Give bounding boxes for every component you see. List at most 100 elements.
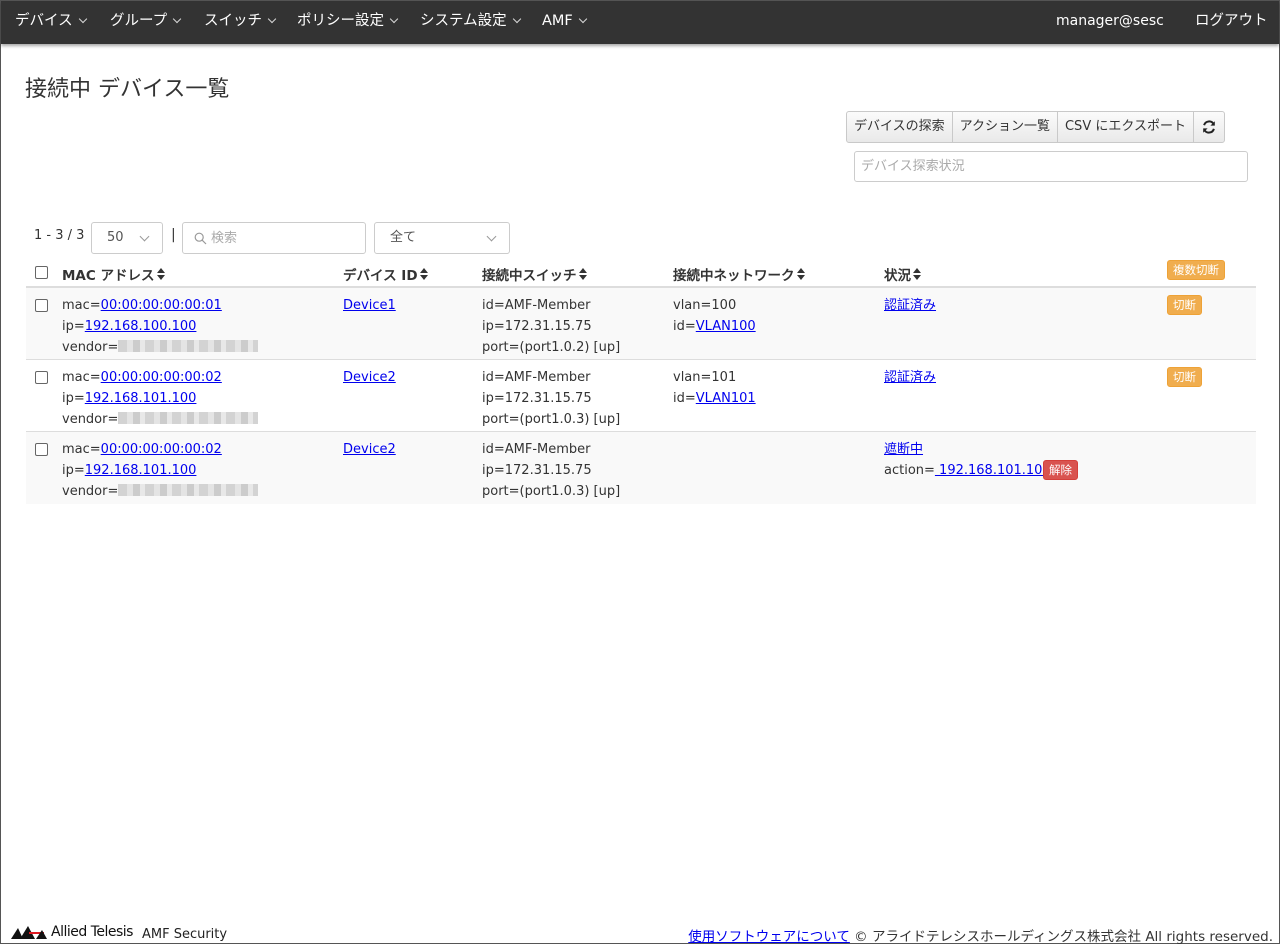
vlan-link[interactable]: VLAN100 <box>696 319 756 334</box>
top-navbar: デバイス グループ スイッチ ポリシー設定 システム設定 AMF manager… <box>1 1 1279 44</box>
vlan-value: vlan=101 <box>673 370 737 385</box>
column-header-device-id[interactable]: デバイス ID <box>343 264 428 284</box>
footer-copyright-area: 使用ソフトウェアについて © アライドテレシスホールディングス株式会社 All … <box>688 925 1273 945</box>
nav-menu-groups[interactable]: グループ <box>110 1 182 44</box>
page-size-select[interactable]: 50 <box>91 222 163 254</box>
device-id-cell: Device2 <box>343 367 396 388</box>
chevron-down-icon <box>78 14 87 24</box>
network-id-label: id= <box>673 391 696 406</box>
row-checkbox[interactable] <box>35 443 48 456</box>
switch-id: id=AMF-Member <box>482 298 591 313</box>
logout-link[interactable]: ログアウト <box>1195 1 1268 44</box>
status-link[interactable]: 認証済み <box>884 298 936 313</box>
column-header-label: 状況 <box>884 268 911 284</box>
allied-telesis-logo-icon <box>11 926 47 939</box>
disconnect-button[interactable]: 切断 <box>1167 367 1202 387</box>
column-header-label: 接続中ネットワーク <box>673 268 795 284</box>
ip-label: ip= <box>62 391 85 406</box>
table-row: mac=00:00:00:00:00:02 ip=192.168.101.100… <box>26 432 1256 504</box>
vendor-redacted <box>118 412 259 424</box>
sort-icon <box>578 268 587 281</box>
mac-address-link[interactable]: 00:00:00:00:00:02 <box>101 442 222 457</box>
device-id-link[interactable]: Device1 <box>343 298 396 313</box>
vlan-value: vlan=100 <box>673 298 737 313</box>
search-input[interactable] <box>211 228 361 248</box>
search-box <box>182 222 366 254</box>
nav-menu-devices[interactable]: デバイス <box>15 1 87 44</box>
bulk-disconnect-button[interactable]: 複数切断 <box>1167 260 1225 280</box>
page-title: 接続中 デバイス一覧 <box>25 77 230 102</box>
nav-menu-label: グループ <box>110 13 168 29</box>
nav-menu-system-settings[interactable]: システム設定 <box>420 1 521 44</box>
nav-user-name[interactable]: manager@sesc <box>1056 1 1164 44</box>
row-checkbox[interactable] <box>35 299 48 312</box>
vendor-redacted <box>118 484 259 496</box>
ip-address-link[interactable]: 192.168.101.100 <box>85 463 197 478</box>
vendor-label: vendor= <box>62 340 119 355</box>
select-all-checkbox[interactable] <box>35 266 48 279</box>
copyright-text: © アライドテレシスホールディングス株式会社 All rights reserv… <box>849 929 1273 945</box>
mac-address-link[interactable]: 00:00:00:00:00:01 <box>101 298 222 313</box>
network-cell: vlan=101 id=VLAN101 <box>673 367 756 409</box>
chevron-down-icon <box>486 231 497 242</box>
vendor-redacted <box>118 340 259 352</box>
column-header-switch[interactable]: 接続中スイッチ <box>482 264 587 284</box>
nav-menu-amf[interactable]: AMF <box>542 1 588 44</box>
disconnect-button[interactable]: 切断 <box>1167 295 1202 315</box>
action-button-group: デバイスの探索 アクション一覧 CSV にエクスポート <box>846 111 1225 143</box>
ip-label: ip= <box>62 319 85 334</box>
chevron-down-icon <box>172 14 182 24</box>
column-header-mac[interactable]: MAC アドレス <box>62 264 165 284</box>
vlan-link[interactable]: VLAN101 <box>696 391 756 406</box>
network-cell: vlan=100 id=VLAN100 <box>673 295 756 337</box>
device-id-cell: Device2 <box>343 439 396 460</box>
toolbar-divider: | <box>171 227 176 243</box>
status-filter-select[interactable]: 全て <box>374 222 510 254</box>
action-value-link[interactable]: 192.168.101.100 <box>935 463 1055 478</box>
ip-address-link[interactable]: 192.168.101.100 <box>85 391 197 406</box>
action-list-button[interactable]: アクション一覧 <box>951 111 1058 143</box>
switch-id: id=AMF-Member <box>482 370 591 385</box>
mac-address-link[interactable]: 00:00:00:00:00:02 <box>101 370 222 385</box>
software-info-link[interactable]: 使用ソフトウェアについて <box>688 929 850 945</box>
status-cell: 認証済み <box>884 295 936 316</box>
chevron-down-icon <box>512 14 521 24</box>
sort-icon <box>796 268 805 281</box>
column-header-status[interactable]: 状況 <box>884 264 921 284</box>
switch-cell: id=AMF-Member ip=172.31.15.75 port=(port… <box>482 295 620 358</box>
discovery-status-field[interactable] <box>854 151 1248 182</box>
switch-cell: id=AMF-Member ip=172.31.15.75 port=(port… <box>482 367 620 430</box>
device-id-link[interactable]: Device2 <box>343 370 396 385</box>
row-checkbox[interactable] <box>35 371 48 384</box>
switch-ip: ip=172.31.15.75 <box>482 391 592 406</box>
column-header-label: 接続中スイッチ <box>482 268 577 284</box>
switch-ip: ip=172.31.15.75 <box>482 463 592 478</box>
network-id-label: id= <box>673 319 696 334</box>
chevron-down-icon <box>139 231 150 242</box>
column-header-network[interactable]: 接続中ネットワーク <box>673 264 805 284</box>
nav-menu-switches[interactable]: スイッチ <box>204 1 277 44</box>
chevron-down-icon <box>267 14 277 24</box>
status-link[interactable]: 認証済み <box>884 370 936 385</box>
status-link[interactable]: 遮断中 <box>884 442 923 457</box>
page-size-value: 50 <box>107 230 124 245</box>
mac-label: mac= <box>62 370 101 385</box>
switch-id: id=AMF-Member <box>482 442 591 457</box>
column-header-label: デバイス ID <box>343 268 418 284</box>
chevron-down-icon <box>578 14 588 24</box>
vendor-label: vendor= <box>62 484 119 499</box>
switch-port: port=(port1.0.3) [up] <box>482 412 621 427</box>
discover-devices-button[interactable]: デバイスの探索 <box>846 111 953 143</box>
switch-ip: ip=172.31.15.75 <box>482 319 592 334</box>
release-button[interactable]: 解除 <box>1043 460 1078 480</box>
ip-address-link[interactable]: 192.168.100.100 <box>85 319 197 334</box>
nav-menu-label: デバイス <box>15 13 73 29</box>
table-row: mac=00:00:00:00:00:01 ip=192.168.100.100… <box>26 288 1256 360</box>
nav-menu-policy-settings[interactable]: ポリシー設定 <box>297 1 399 44</box>
mac-label: mac= <box>62 442 101 457</box>
mac-cell: mac=00:00:00:00:00:02 ip=192.168.101.100… <box>62 367 259 430</box>
export-csv-button[interactable]: CSV にエクスポート <box>1056 111 1194 143</box>
refresh-button[interactable] <box>1192 111 1225 143</box>
device-id-link[interactable]: Device2 <box>343 442 396 457</box>
column-header-label: MAC アドレス <box>62 268 155 284</box>
